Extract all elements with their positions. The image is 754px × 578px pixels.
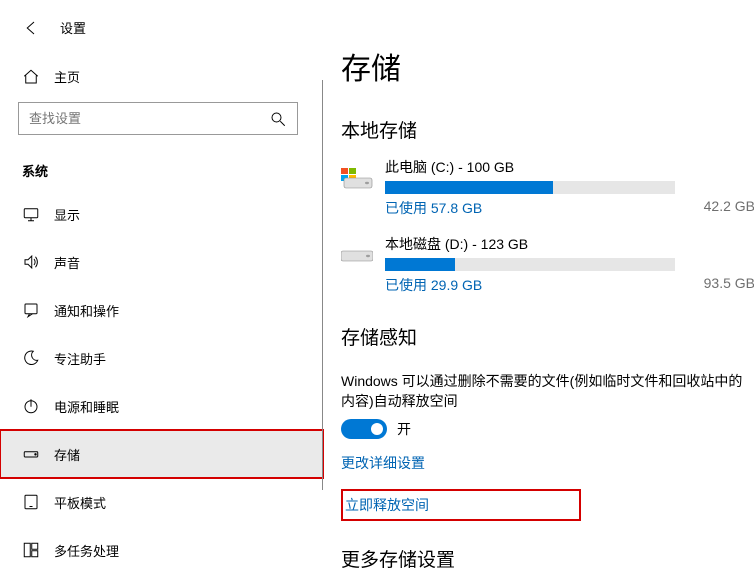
speaker-icon <box>22 253 40 271</box>
multitask-icon <box>22 541 40 559</box>
sidebar-item-label: 存储 <box>54 445 80 464</box>
sidebar-item-display[interactable]: 显示 <box>0 190 323 238</box>
disk-icon <box>341 236 373 274</box>
sidebar-menu: 显示 声音 通知和操作 专注助手 电源和睡眠 存储 平板模式 多任务处理 <box>0 190 323 574</box>
power-icon <box>22 397 40 415</box>
sidebar-item-label: 声音 <box>54 253 80 272</box>
divider <box>322 80 323 490</box>
drive-title: 本地磁盘 (D:) - 123 GB <box>385 234 754 254</box>
storage-sense-desc: Windows 可以通过删除不需要的文件(例如临时文件和回收站中的内容)自动释放… <box>341 372 754 411</box>
monitor-icon <box>22 205 40 223</box>
sidebar-item-storage[interactable]: 存储 <box>0 430 323 478</box>
drive-row[interactable]: 本地磁盘 (D:) - 123 GB 已使用 29.9 GB 93.5 GB <box>341 234 754 295</box>
sidebar-item-multitask[interactable]: 多任务处理 <box>0 526 323 574</box>
disk-icon <box>341 159 373 197</box>
link-more-settings[interactable]: 更改详细设置 <box>341 453 754 473</box>
tablet-icon <box>22 493 40 511</box>
sidebar-item-home[interactable]: 主页 <box>0 55 323 98</box>
toggle-label: 开 <box>397 419 411 439</box>
sidebar: 设置 主页 系统 显示 声音 通知和操作 专注助手 <box>0 0 323 578</box>
sidebar-item-power[interactable]: 电源和睡眠 <box>0 382 323 430</box>
drive-used: 已使用 57.8 GB <box>385 198 482 218</box>
main-content: 存储 本地存储 此电脑 (C:) - 100 GB 已使用 57.8 GB 42… <box>323 0 754 578</box>
sidebar-item-label: 通知和操作 <box>54 301 119 320</box>
page-title: 存储 <box>341 44 754 88</box>
search-input[interactable] <box>18 102 298 135</box>
sidebar-item-label: 电源和睡眠 <box>54 397 119 416</box>
sidebar-item-sound[interactable]: 声音 <box>0 238 323 286</box>
sidebar-item-notifications[interactable]: 通知和操作 <box>0 286 323 334</box>
search-icon <box>269 110 287 128</box>
sidebar-item-tablet[interactable]: 平板模式 <box>0 478 323 526</box>
drive-usage-bar <box>385 258 675 271</box>
local-storage-header: 本地存储 <box>341 116 754 143</box>
link-free-space[interactable]: 立即释放空间 <box>345 495 573 515</box>
more-storage-header: 更多存储设置 <box>341 545 754 572</box>
sidebar-item-label: 专注助手 <box>54 349 106 368</box>
back-icon[interactable] <box>22 19 40 37</box>
app-title: 设置 <box>60 18 86 37</box>
drive-title: 此电脑 (C:) - 100 GB <box>385 157 754 177</box>
home-icon <box>22 68 40 86</box>
drive-usage-bar <box>385 181 675 194</box>
drive-used: 已使用 29.9 GB <box>385 275 482 295</box>
sidebar-item-label: 显示 <box>54 205 80 224</box>
moon-icon <box>22 349 40 367</box>
sidebar-category: 系统 <box>0 139 323 190</box>
sidebar-item-focus[interactable]: 专注助手 <box>0 334 323 382</box>
drive-row[interactable]: 此电脑 (C:) - 100 GB 已使用 57.8 GB 42.2 GB <box>341 157 754 218</box>
storage-sense-toggle[interactable] <box>341 419 387 439</box>
sidebar-item-label: 平板模式 <box>54 493 106 512</box>
drive-free: 42.2 GB <box>704 198 754 218</box>
drive-free: 93.5 GB <box>704 275 754 295</box>
link-free-space-highlight: 立即释放空间 <box>341 489 581 521</box>
storage-sense-header: 存储感知 <box>341 323 754 350</box>
search-field[interactable] <box>29 111 269 126</box>
home-label: 主页 <box>54 67 80 86</box>
notification-icon <box>22 301 40 319</box>
drive-icon <box>22 445 40 463</box>
sidebar-item-label: 多任务处理 <box>54 541 119 560</box>
